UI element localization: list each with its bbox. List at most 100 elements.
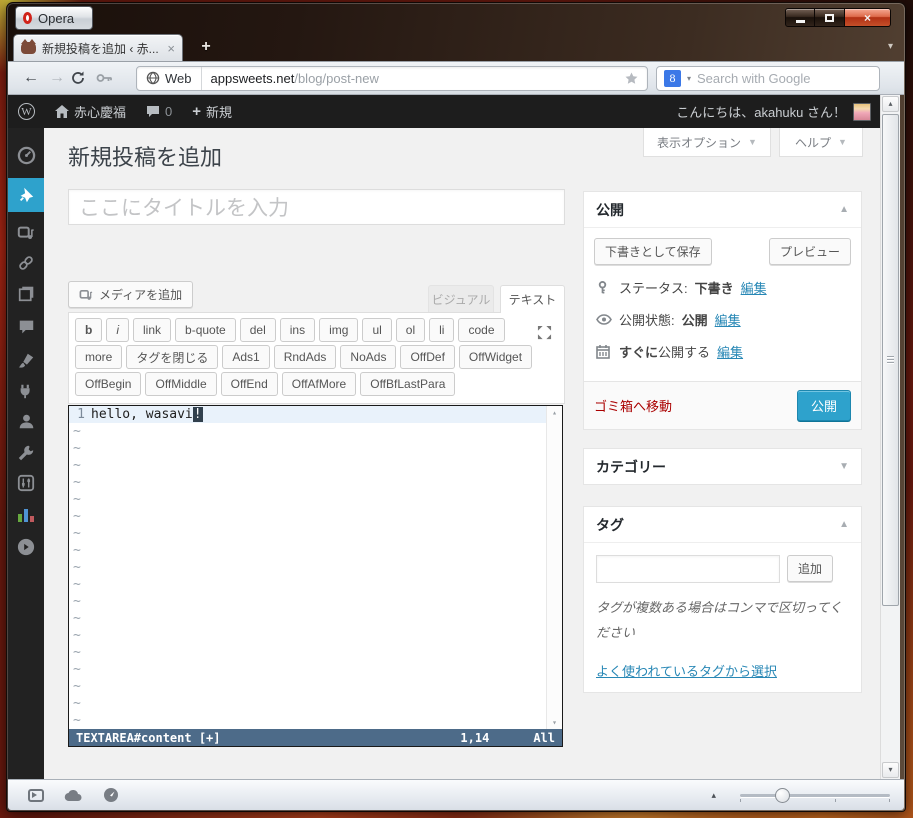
bookmark-star-icon[interactable] [624, 71, 639, 86]
scrollbar-down-button[interactable]: ▾ [882, 762, 899, 778]
google-engine-icon[interactable]: 8 [664, 70, 681, 87]
tab-close-icon[interactable]: × [167, 41, 175, 56]
sidebar-item-stats[interactable] [8, 500, 44, 530]
url-text[interactable]: appsweets.net/blog/post-new [202, 71, 625, 86]
zoom-slider[interactable] [740, 788, 890, 803]
edit-status-link[interactable]: 編集 [741, 278, 767, 297]
editor-button-OffWidget[interactable]: OffWidget [459, 345, 532, 369]
editor-button-OffBfLastPara[interactable]: OffBfLastPara [360, 372, 455, 396]
new-tab-button[interactable]: + [193, 38, 219, 57]
edit-visibility-link[interactable]: 編集 [715, 310, 741, 329]
expand-icon[interactable]: ▼ [839, 461, 849, 472]
back-button[interactable]: ← [18, 66, 44, 90]
sidebar-item-pages[interactable] [8, 278, 44, 308]
sidebar-item-appearance[interactable] [8, 346, 44, 376]
sidebar-item-links[interactable] [8, 248, 44, 278]
site-link[interactable]: 赤心慶福 [45, 95, 136, 128]
maximize-button[interactable] [815, 8, 845, 27]
save-draft-button[interactable]: 下書きとして保存 [594, 238, 712, 265]
preview-button[interactable]: プレビュー [769, 238, 851, 265]
help-button[interactable]: ヘルプ ▼ [779, 128, 863, 157]
sidebar-item-posts[interactable] [8, 178, 44, 212]
editor-button-more[interactable]: more [75, 345, 122, 369]
opera-menu-button[interactable]: Opera [15, 6, 93, 30]
editor-button-link[interactable]: link [133, 318, 171, 342]
browser-tab[interactable]: 新規投稿を追加 ‹ 赤... × [13, 34, 183, 61]
editor-button-ol[interactable]: ol [396, 318, 425, 342]
sidebar-item-settings[interactable] [8, 468, 44, 498]
scroll-down-icon[interactable]: ▾ [547, 718, 562, 727]
move-to-trash-link[interactable]: ゴミ箱へ移動 [594, 396, 672, 415]
editor-button-i[interactable]: i [106, 318, 129, 342]
category-panel-header[interactable]: カテゴリー ▼ [584, 449, 861, 484]
editor-button-b[interactable]: b [75, 318, 102, 342]
editor-button-img[interactable]: img [319, 318, 358, 342]
sidebar-item-media[interactable] [8, 218, 44, 248]
search-bar[interactable]: 8 ▾ Search with Google [656, 66, 880, 91]
reload-button[interactable] [70, 70, 96, 86]
editor-button-OffEnd[interactable]: OffEnd [221, 372, 278, 396]
scrollbar-thumb[interactable] [882, 114, 899, 606]
address-mode-badge[interactable]: Web [137, 67, 202, 90]
editor-button-OffAfMore[interactable]: OffAfMore [282, 372, 356, 396]
screen-options-button[interactable]: 表示オプション ▼ [643, 128, 771, 157]
editor-button-b-quote[interactable]: b-quote [175, 318, 236, 342]
new-content-link[interactable]: + 新規 [182, 95, 242, 128]
scroll-up-icon[interactable]: ▴ [547, 408, 562, 417]
address-bar[interactable]: Web appsweets.net/blog/post-new [136, 66, 648, 91]
collapse-icon[interactable]: ▲ [839, 519, 849, 530]
add-tag-button[interactable]: 追加 [787, 555, 833, 582]
sync-button[interactable] [64, 789, 83, 802]
search-engine-chevron-icon[interactable]: ▾ [687, 74, 691, 83]
wp-logo-menu[interactable]: W [8, 95, 45, 128]
editor-button-ins[interactable]: ins [280, 318, 315, 342]
publish-panel-header[interactable]: 公開 ▲ [584, 192, 861, 227]
forward-button[interactable]: → [44, 66, 70, 90]
sidebar-item-dashboard[interactable] [8, 140, 44, 170]
sidebar-item-tools[interactable] [8, 438, 44, 468]
tab-visual-editor[interactable]: ビジュアル [428, 285, 494, 313]
tags-panel-header[interactable]: タグ ▲ [584, 507, 861, 542]
tag-cloud-link[interactable]: よく使われているタグから選択 [596, 661, 777, 680]
editor-button-RndAds[interactable]: RndAds [274, 345, 337, 369]
key-password-icon[interactable] [96, 72, 122, 84]
sidebar-item-plugins[interactable] [8, 376, 44, 406]
editor-button-OffMiddle[interactable]: OffMiddle [145, 372, 216, 396]
post-title-input[interactable]: ここにタイトルを入力 [68, 189, 565, 225]
editor-button-タグを閉じる[interactable]: タグを閉じる [126, 345, 218, 369]
greeting-text[interactable]: こんにちは、akahuku さん！ [676, 102, 846, 121]
editor-button-NoAds[interactable]: NoAds [340, 345, 396, 369]
editor-button-Ads1[interactable]: Ads1 [222, 345, 269, 369]
wasavi-text-area[interactable]: 1 hello, wasavi! ~~~~~~~~~~~~~~~~~~ [69, 406, 546, 729]
sidebar-item-comments[interactable] [8, 312, 44, 342]
publish-button[interactable]: 公開 [797, 390, 851, 421]
add-media-button[interactable]: メディアを追加 [68, 281, 193, 308]
sidebar-item-users[interactable] [8, 406, 44, 436]
minimize-button[interactable] [785, 8, 815, 27]
fullscreen-icon[interactable] [537, 325, 552, 340]
editor-button-OffDef[interactable]: OffDef [400, 345, 454, 369]
close-button[interactable]: × [845, 8, 891, 27]
zoom-popup-button[interactable]: ▴ [711, 790, 716, 801]
wasavi-editor[interactable]: 1 hello, wasavi! ~~~~~~~~~~~~~~~~~~ ▴ ▾ … [68, 405, 563, 747]
zoom-slider-knob[interactable] [775, 788, 790, 803]
turbo-button[interactable] [103, 787, 119, 803]
page-scrollbar[interactable]: ▴ ▾ [880, 95, 900, 779]
panels-toggle-button[interactable] [28, 789, 44, 802]
tab-text-editor[interactable]: テキスト [500, 285, 565, 313]
tab-list-chevron-icon[interactable]: ▾ [888, 41, 893, 52]
editor-button-code[interactable]: code [458, 318, 504, 342]
user-avatar[interactable] [853, 103, 871, 121]
editor-button-del[interactable]: del [240, 318, 276, 342]
editor-button-ul[interactable]: ul [362, 318, 391, 342]
editor-button-OffBegin[interactable]: OffBegin [75, 372, 141, 396]
editor-button-li[interactable]: li [429, 318, 454, 342]
scrollbar-up-button[interactable]: ▴ [882, 96, 899, 112]
zoom-tick [889, 799, 890, 802]
comments-link[interactable]: 0 [136, 95, 182, 128]
wasavi-scrollbar[interactable]: ▴ ▾ [546, 406, 562, 729]
sidebar-item-videos[interactable] [8, 532, 44, 562]
tag-input[interactable] [596, 555, 780, 583]
edit-schedule-link[interactable]: 編集 [717, 342, 743, 361]
collapse-icon[interactable]: ▲ [839, 204, 849, 215]
